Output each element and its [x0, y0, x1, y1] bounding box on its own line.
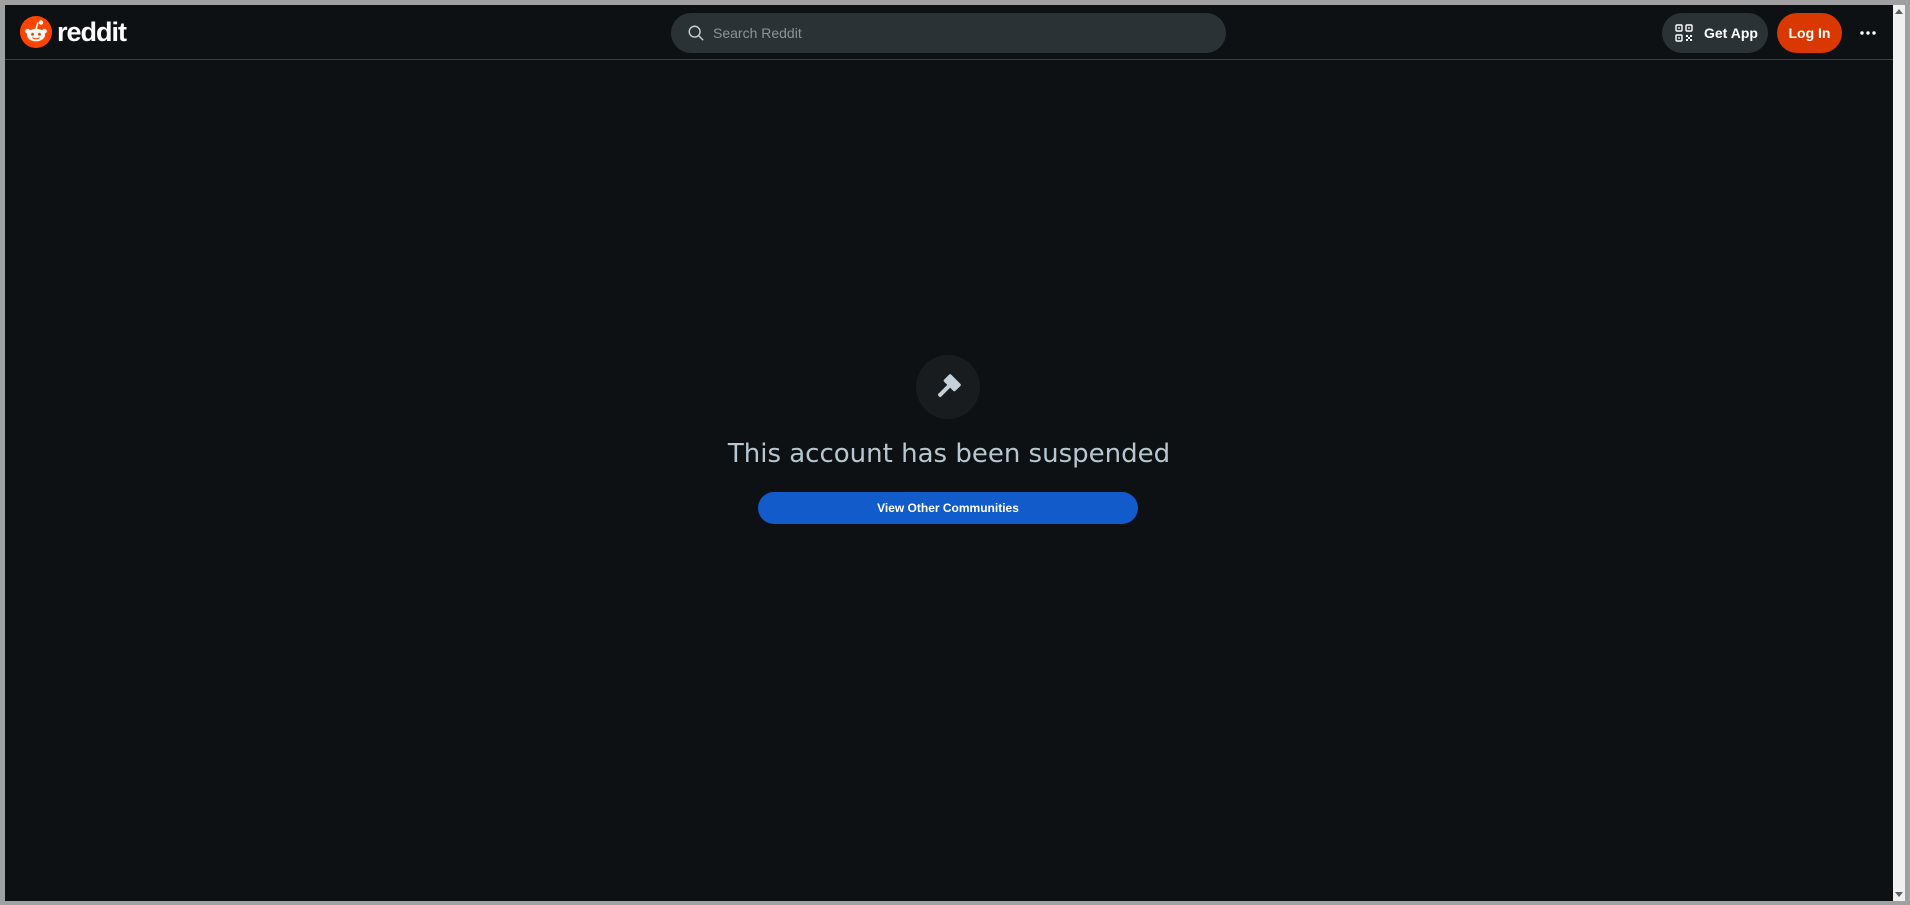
gavel-badge: [916, 355, 980, 419]
reddit-page: reddit Get App: [5, 5, 1893, 901]
view-other-communities-button[interactable]: View Other Communities: [758, 492, 1138, 524]
page-title: This account has been suspended: [727, 439, 1171, 469]
vertical-scrollbar[interactable]: [1893, 5, 1905, 901]
scroll-down-icon[interactable]: [1895, 892, 1903, 897]
gavel-icon: [937, 374, 961, 398]
scroll-up-icon[interactable]: [1895, 9, 1903, 14]
suspended-account-message: This account has been suspended View Oth…: [5, 5, 1893, 901]
